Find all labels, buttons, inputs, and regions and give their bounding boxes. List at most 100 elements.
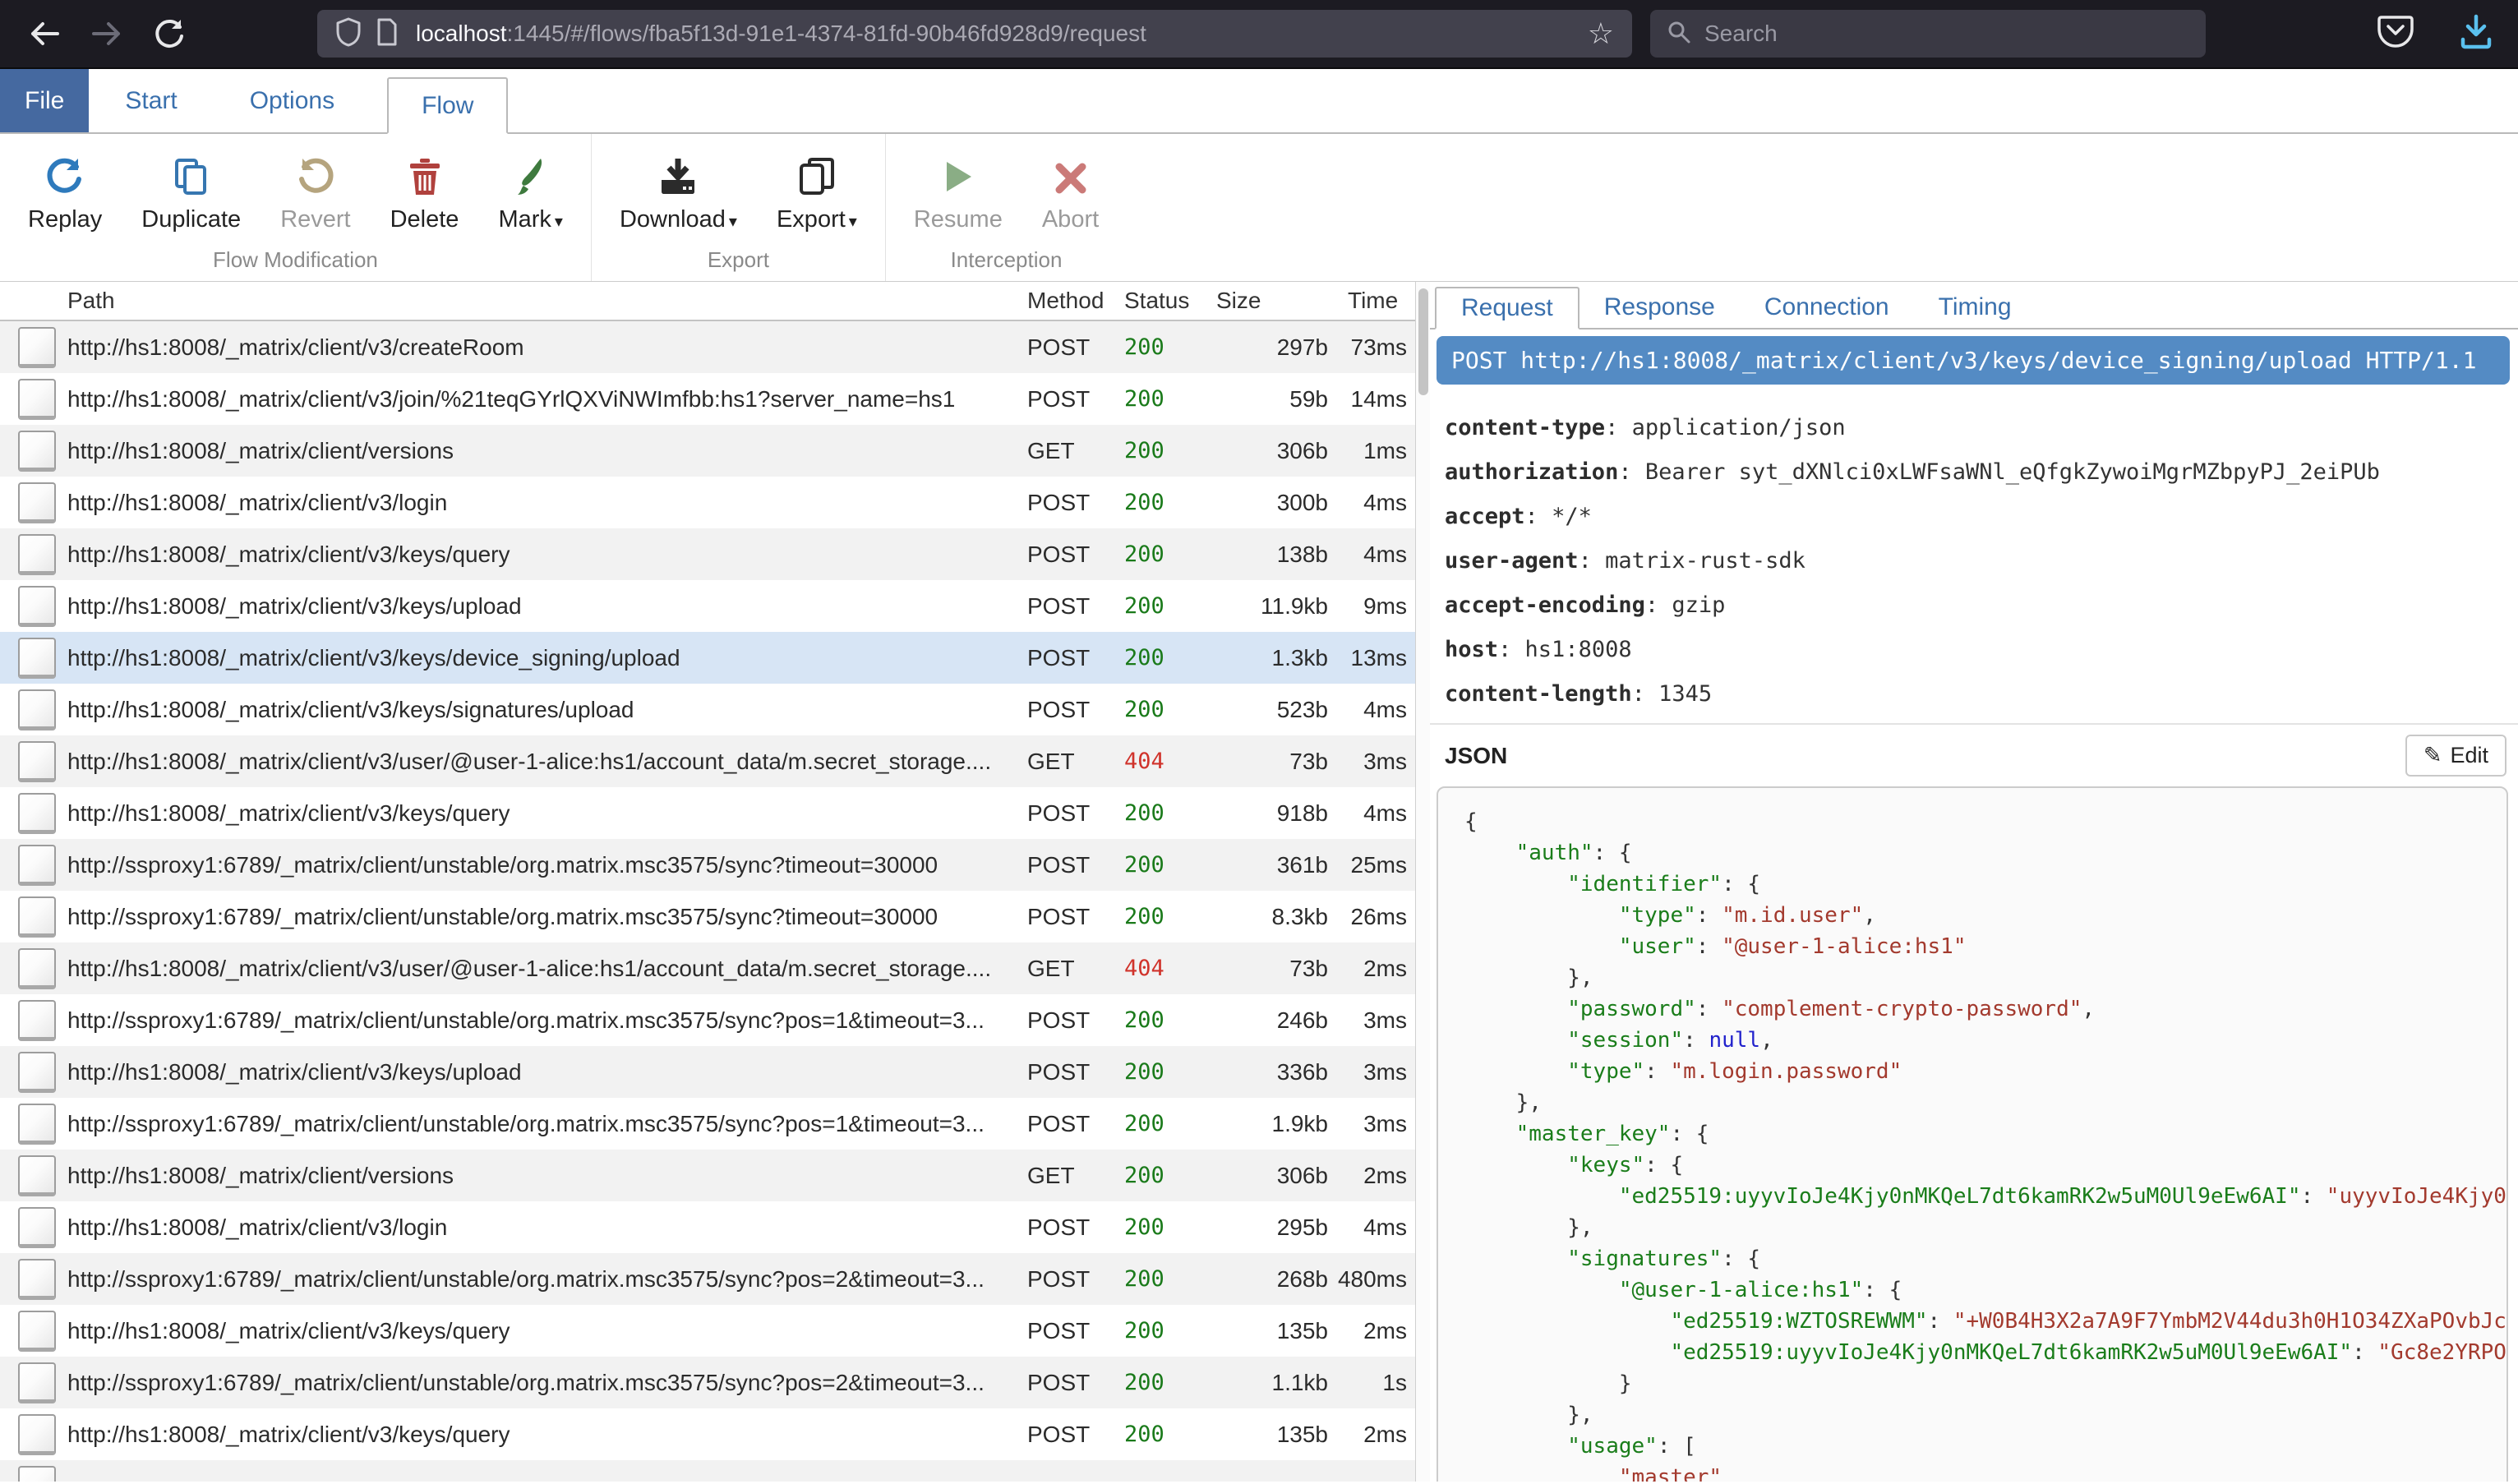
revert-button[interactable]: Revert (261, 145, 370, 242)
flow-status: 200 (1124, 904, 1206, 929)
menu-tab-start[interactable]: Start (89, 69, 213, 132)
duplicate-icon (172, 150, 211, 196)
flow-row[interactable]: http://hs1:8008/_matrix/client/v3/keys/q… (0, 1408, 1415, 1460)
flow-row[interactable]: http://hs1:8008/_matrix/client/v3/keys/q… (0, 787, 1415, 839)
column-header-method[interactable]: Method (1027, 288, 1124, 314)
replay-button[interactable]: Replay (8, 145, 122, 242)
dropdown-caret-icon: ▾ (729, 213, 737, 231)
flow-row[interactable]: http://ssproxy1:6789/_matrix/client/unst… (0, 1357, 1415, 1408)
reload-icon[interactable] (145, 9, 194, 58)
json-punct (1464, 1059, 1567, 1084)
flow-method: POST (1027, 697, 1124, 723)
page-info-icon[interactable] (376, 18, 398, 50)
flow-row[interactable]: http://hs1:8008/_matrix/client/v3/keys/u… (0, 1046, 1415, 1098)
flow-row[interactable]: http://ssproxy1:6789/_matrix/client/unst… (0, 1098, 1415, 1150)
delete-button[interactable]: Delete (371, 145, 479, 242)
back-icon[interactable] (20, 9, 69, 58)
flow-row[interactable]: http://hs1:8008/_matrix/client/v3/keys/s… (0, 684, 1415, 735)
browser-actions (2377, 13, 2518, 55)
flow-table-header[interactable]: Path Method Status Size Time (0, 282, 1415, 321)
request-line[interactable]: POST http://hs1:8008/_matrix/client/v3/k… (1437, 336, 2510, 385)
flow-row[interactable]: http://hs1:8008/_matrix/client/versionsG… (0, 1150, 1415, 1201)
detail-tab-connection[interactable]: Connection (1740, 287, 1914, 328)
json-key: "user" (1619, 934, 1696, 959)
flow-row[interactable]: http://hs1:8008/_matrix/client/v3/keys/q… (0, 1305, 1415, 1357)
mark-button[interactable]: Mark▾ (478, 145, 583, 242)
column-header-time[interactable]: Time (1328, 288, 1415, 314)
menu-tab-file[interactable]: File (0, 69, 89, 132)
flow-status: 404 (1124, 749, 1206, 774)
flow-row[interactable]: http://hs1:8008/_matrix/client/v3/keys/q… (0, 528, 1415, 580)
json-line: "session": null, (1464, 1025, 2506, 1056)
flow-time: 4ms (1328, 490, 1415, 516)
export-button[interactable]: Export▾ (757, 145, 877, 242)
menu-tab-flow[interactable]: Flow (387, 77, 508, 134)
json-punct (1464, 1340, 1670, 1365)
duplicate-button-label: Duplicate (141, 206, 241, 233)
url-text[interactable]: localhost:1445/#/flows/fba5f13d-91e1-437… (416, 21, 1578, 47)
flow-row[interactable]: http://ssproxy1:6789/_matrix/client/unst… (0, 839, 1415, 891)
json-body-view[interactable]: { "auth": { "identifier": { "type": "m.i… (1437, 786, 2508, 1482)
toolbar-group-caption: Export (600, 242, 877, 281)
column-header-status[interactable]: Status (1124, 288, 1206, 314)
detail-tab-request[interactable]: Request (1435, 287, 1580, 330)
resume-button[interactable]: Resume (894, 145, 1022, 242)
pocket-icon[interactable] (2377, 14, 2414, 54)
flow-row[interactable]: http://hs1:8008/_matrix/client/v3/keys/d… (0, 632, 1415, 684)
header-name: content-length (1445, 681, 1632, 707)
toolbar: ReplayDuplicateRevertDeleteMark▾Flow Mod… (0, 134, 2518, 282)
duplicate-button[interactable]: Duplicate (122, 145, 261, 242)
scrollbar-thumb[interactable] (1418, 288, 1428, 395)
detail-tabs: RequestResponseConnectionTiming (1430, 287, 2518, 330)
flow-row[interactable]: http://hs1:8008/_matrix/client/v3/create… (0, 321, 1415, 373)
flow-row[interactable]: http://hs1:8008/_matrix/client/v3/user/@… (0, 735, 1415, 787)
browser-chrome: localhost:1445/#/flows/fba5f13d-91e1-437… (0, 0, 2518, 69)
detail-tab-timing[interactable]: Timing (1914, 287, 2036, 328)
flow-path: http://hs1:8008/_matrix/client/v3/keys/u… (67, 593, 1027, 620)
forward-icon[interactable] (82, 9, 131, 58)
flow-row[interactable]: http://hs1:8008/_matrix/client/v3/keys/u… (0, 580, 1415, 632)
search-bar[interactable]: Search (1650, 10, 2206, 58)
header-name: content-type (1445, 415, 1605, 440)
edit-button[interactable]: ✎Edit (2405, 735, 2506, 777)
flow-row[interactable]: http://hs1:8008/_matrix/client/v3/loginP… (0, 477, 1415, 528)
json-string: "master" (1619, 1465, 1722, 1482)
json-punct: }, (1464, 1090, 1542, 1115)
json-line: "ed25519:WZTOSREWWM": "+W0B4H3X2a7A9F7Ym… (1464, 1306, 2506, 1337)
delete-button-label: Delete (390, 206, 459, 233)
menu-tab-options[interactable]: Options (214, 69, 371, 132)
flow-row[interactable]: http://ssproxy1:6789/_matrix/client/unst… (0, 891, 1415, 942)
flow-path: http://hs1:8008/_matrix/client/v3/keys/q… (67, 1422, 1027, 1448)
column-header-path[interactable]: Path (67, 288, 1027, 314)
detail-tab-response[interactable]: Response (1580, 287, 1740, 328)
flow-row[interactable]: http://ssproxy1:6789/_matrix/client/unst… (0, 1253, 1415, 1305)
flow-path: http://hs1:8008/_matrix/client/v3/join/%… (67, 386, 1027, 412)
flow-row[interactable]: http://hs1:8008/_matrix/client/v3/loginP… (0, 1201, 1415, 1253)
json-punct (1464, 903, 1619, 928)
mark-button-label: Mark▾ (498, 206, 563, 233)
flow-list-scrollbar[interactable] (1415, 282, 1430, 1482)
flow-path: http://hs1:8008/_matrix/client/v3/user/@… (67, 749, 1027, 775)
column-header-size[interactable]: Size (1206, 288, 1328, 314)
flow-file-icon (18, 1362, 56, 1403)
flow-size: 336b (1206, 1059, 1328, 1085)
downloads-icon[interactable] (2457, 13, 2495, 55)
flow-size: 8.3kb (1206, 904, 1328, 930)
flow-row[interactable]: http://ssproxy1:6789/_matrix/client/unst… (0, 994, 1415, 1046)
json-key: "ed25519:uyyvIoJe4Kjy0nMKQeL7dt6kamRK2w5… (1670, 1340, 2352, 1365)
flow-time: 1s (1328, 1370, 1415, 1396)
flow-row[interactable]: http://hs1:8008/_matrix/client/versionsG… (0, 425, 1415, 477)
abort-button[interactable]: Abort (1022, 145, 1118, 242)
flow-row[interactable]: http://hs1:8008/_matrix/client/v3/user/@… (0, 942, 1415, 994)
flow-row[interactable] (0, 1460, 1415, 1482)
flow-row[interactable]: http://hs1:8008/_matrix/client/v3/join/%… (0, 373, 1415, 425)
flow-method: POST (1027, 800, 1124, 827)
flow-size: 1.9kb (1206, 1111, 1328, 1137)
shield-icon[interactable] (335, 17, 362, 51)
bookmark-star-icon[interactable]: ☆ (1588, 16, 1614, 51)
flow-size: 306b (1206, 1163, 1328, 1189)
flow-time: 480ms (1328, 1266, 1415, 1293)
download-button[interactable]: Download▾ (600, 145, 757, 242)
url-bar[interactable]: localhost:1445/#/flows/fba5f13d-91e1-437… (317, 10, 1632, 58)
flow-method: POST (1027, 1007, 1124, 1034)
